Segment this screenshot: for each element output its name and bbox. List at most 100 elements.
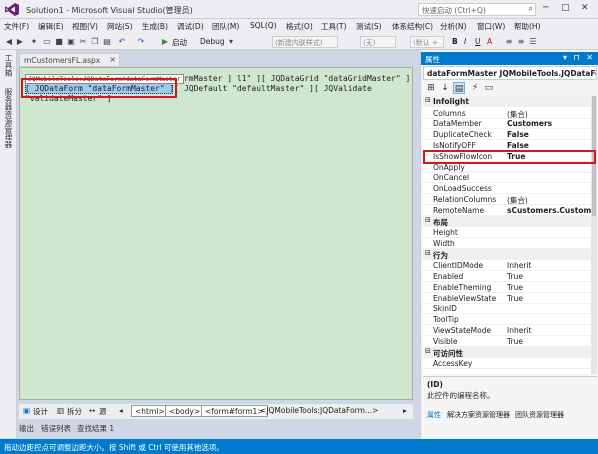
find-results-tab[interactable]: 查找结果 1 (77, 423, 114, 434)
property-value[interactable]: True (507, 283, 591, 292)
property-row[interactable]: ToolTip (423, 314, 591, 326)
underline-button[interactable]: U (475, 37, 481, 46)
menu-item[interactable]: 测试(S) (356, 21, 382, 32)
design-view-icon[interactable]: ▣ (23, 406, 30, 415)
property-row[interactable]: EnableTheming True (423, 282, 591, 293)
align-left-icon[interactable]: ≡ (504, 37, 514, 47)
font-color-button[interactable]: A (487, 37, 492, 46)
start-icon[interactable]: ▶ (160, 37, 170, 47)
property-row[interactable]: ViewStateMode Inherit (423, 325, 591, 336)
italic-button[interactable]: I (464, 37, 466, 46)
config-select[interactable]: Debug (200, 37, 225, 46)
design-surface[interactable]: [ JQMobileTools:JQDataForm#dataFormMaste… (19, 67, 413, 400)
property-row[interactable]: Visible True (423, 336, 591, 347)
source-view-icon[interactable]: ↔ (89, 406, 95, 415)
property-row[interactable]: RemoteName sCustomers.Customers (423, 205, 591, 216)
property-row[interactable]: OnCancel (423, 172, 591, 184)
server-explorer-tab[interactable]: 服务器资源管理器 (3, 88, 14, 148)
menu-item[interactable]: 视图(V) (72, 21, 98, 32)
style-combo[interactable]: (新建内联样式) (272, 36, 338, 48)
maximize-icon[interactable]: □ (561, 3, 570, 13)
menu-item[interactable]: 编辑(E) (38, 21, 64, 32)
property-row[interactable]: Enabled True (423, 271, 591, 282)
property-value[interactable]: False (507, 130, 591, 139)
error-list-tab[interactable]: 错误列表 (41, 423, 71, 434)
menu-item[interactable]: 窗口(W) (477, 21, 505, 32)
property-row[interactable]: SkinID (423, 303, 591, 315)
breadcrumb-back-icon[interactable]: ◂ (119, 406, 123, 415)
object-selector[interactable]: dataFormMaster JQMobileTools.JQDataForm (423, 66, 597, 80)
back-icon[interactable]: ◀ (4, 37, 14, 47)
property-value[interactable]: False (507, 141, 591, 150)
property-pages-icon[interactable]: ▭ (483, 82, 495, 94)
align-center-icon[interactable]: ≡ (516, 37, 526, 47)
property-value[interactable]: Inherit (507, 326, 591, 335)
property-row[interactable]: EnableViewState True (423, 293, 591, 304)
redo-icon[interactable]: ↷ (136, 37, 146, 47)
property-value[interactable]: Customers (507, 119, 591, 128)
source-view-button[interactable]: 源 (99, 406, 107, 417)
property-value[interactable]: sCustomers.Customers (507, 206, 591, 215)
copy-icon[interactable]: ❐ (90, 37, 100, 47)
toolbox-tab[interactable]: 工具箱 (3, 54, 14, 77)
property-row[interactable]: Columns (集合) (423, 108, 591, 119)
paste-icon[interactable]: ▤ (102, 37, 112, 47)
split-view-icon[interactable]: ▥ (57, 406, 64, 415)
property-row[interactable]: AccessKey (423, 358, 591, 369)
menu-item[interactable]: 工具(T) (321, 21, 346, 32)
events-icon[interactable]: ⚡ (469, 82, 481, 94)
property-value[interactable]: Inherit (507, 261, 591, 270)
menu-item[interactable]: 格式(O) (286, 21, 313, 32)
split-view-button[interactable]: 拆分 (67, 406, 82, 417)
collapse-icon[interactable]: ⊟ (425, 249, 431, 257)
properties-view-icon[interactable]: ▤ (453, 82, 465, 94)
collapse-icon[interactable]: ⊟ (425, 216, 431, 224)
design-view-button[interactable]: 设计 (33, 406, 48, 417)
property-row[interactable]: Height (423, 227, 591, 238)
property-row[interactable]: RelationColumns (集合) (423, 194, 591, 205)
property-category[interactable]: ⊟ 行为 (423, 248, 591, 260)
property-category[interactable]: ⊟ 布局 (423, 215, 591, 227)
property-value[interactable]: True (507, 337, 591, 346)
undo-icon[interactable]: ↶ (117, 37, 127, 47)
menu-item[interactable]: 帮助(H) (514, 21, 541, 32)
property-row[interactable]: DuplicateCheck False (423, 129, 591, 141)
collapse-icon[interactable]: ⊟ (425, 96, 431, 104)
collapse-icon[interactable]: ⊟ (425, 347, 431, 355)
panel-controls-icon[interactable]: ▾ ⊓ ✕ (563, 53, 595, 62)
property-category[interactable]: ⊟ Infolight (423, 96, 591, 107)
document-tab[interactable]: mCustomersFL.aspx × (19, 53, 120, 67)
menu-item[interactable]: SQL(Q) (250, 21, 277, 30)
property-row[interactable]: OnLoadSuccess (423, 183, 591, 195)
properties-tab[interactable]: 属性 (427, 410, 441, 420)
forward-icon[interactable]: ▶ (15, 37, 25, 47)
property-row[interactable]: Width (423, 238, 591, 249)
menu-item[interactable]: 生成(B) (142, 21, 168, 32)
property-value[interactable]: True (507, 294, 591, 303)
bullets-icon[interactable]: ☰ (528, 37, 538, 47)
menu-item[interactable]: 团队(M) (212, 21, 239, 32)
font-combo[interactable]: (无) (360, 36, 396, 48)
menu-item[interactable]: 体系结构(C) (392, 21, 433, 32)
menu-item[interactable]: 网站(S) (107, 21, 133, 32)
team-explorer-tab[interactable]: 团队资源管理器 (515, 410, 564, 420)
save-all-icon[interactable]: ▣ (66, 37, 76, 47)
menu-item[interactable]: 分析(N) (440, 21, 466, 32)
cut-icon[interactable]: ✂ (78, 37, 88, 47)
property-value[interactable]: True (507, 272, 591, 281)
categorized-icon[interactable]: ⊞ (425, 82, 437, 94)
alphabetical-icon[interactable]: ↓ (439, 82, 451, 94)
property-category[interactable]: ⊟ 可访问性 (423, 346, 591, 358)
property-row[interactable]: ClientIDMode Inherit (423, 260, 591, 272)
menu-item[interactable]: 调试(D) (177, 21, 204, 32)
breadcrumb-html[interactable]: <html> (131, 405, 169, 417)
menu-item[interactable]: 文件(F) (4, 21, 29, 32)
font-size-combo[interactable]: (默认 + (410, 36, 444, 48)
minimize-icon[interactable]: ─ (543, 3, 548, 13)
config-dropdown-icon[interactable]: ▾ (226, 37, 236, 47)
breadcrumb-forward-icon[interactable]: ▸ (403, 406, 407, 415)
solution-explorer-tab[interactable]: 解决方案资源管理器 (447, 410, 510, 420)
bold-button[interactable]: B (452, 37, 458, 46)
property-row[interactable]: DataMember Customers (423, 118, 591, 130)
close-tab-icon[interactable]: × (109, 55, 116, 64)
